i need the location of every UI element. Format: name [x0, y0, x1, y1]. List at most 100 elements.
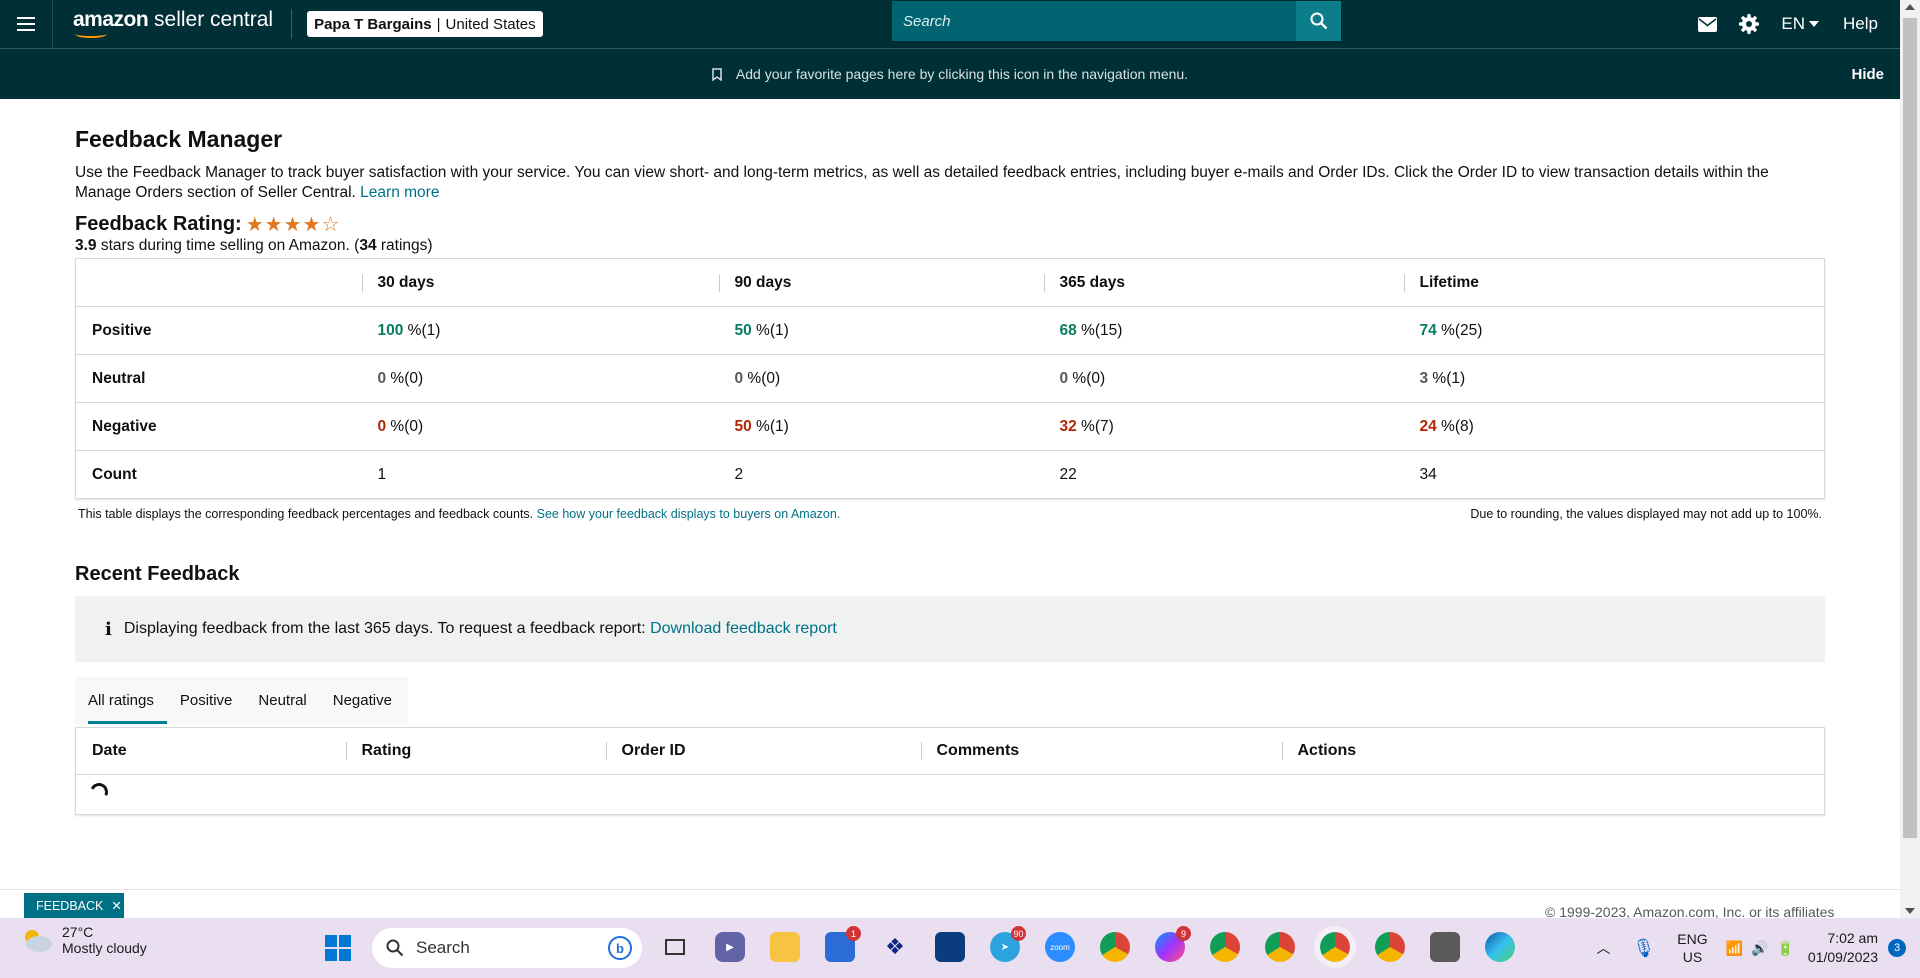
- metrics-count: %(0): [743, 369, 781, 387]
- page-scrollbar[interactable]: [1900, 0, 1920, 918]
- hide-favorites-button[interactable]: Hide: [1851, 66, 1884, 83]
- messenger-icon[interactable]: 9: [1155, 926, 1191, 962]
- hamburger-icon: [17, 15, 35, 33]
- metrics-cell: 74 %(25): [1403, 306, 1825, 355]
- metrics-count: %(1): [751, 417, 789, 435]
- edge-icon[interactable]: [1485, 932, 1515, 962]
- language-selector[interactable]: EN: [1781, 14, 1820, 34]
- metrics-percent: 68: [1059, 321, 1077, 339]
- metrics-percent: 100: [377, 321, 404, 339]
- metrics-count: %(0): [386, 369, 424, 387]
- weather-widget[interactable]: 27°C Mostly cloudy: [20, 924, 147, 956]
- security-app-icon[interactable]: [935, 932, 965, 962]
- teams-chat-icon[interactable]: ▶: [715, 932, 745, 962]
- star-empty-icon: ☆: [321, 213, 340, 236]
- metrics-count: %(1): [403, 321, 441, 339]
- main-content: Feedback Manager Use the Feedback Manage…: [75, 99, 1825, 815]
- calculator-icon[interactable]: [1430, 932, 1460, 962]
- metrics-note: This table displays the corresponding fe…: [75, 507, 1825, 521]
- column-header-rating[interactable]: Rating: [345, 727, 606, 775]
- battery-icon[interactable]: 🔋: [1776, 940, 1793, 957]
- start-button[interactable]: [325, 935, 351, 961]
- metrics-percent: 3: [1419, 369, 1429, 387]
- temperature: 27°C: [62, 924, 94, 940]
- task-view-icon[interactable]: [660, 932, 690, 962]
- chrome-icon[interactable]: [1100, 932, 1130, 962]
- metrics-percent: 50: [734, 321, 752, 339]
- tab-neutral[interactable]: Neutral: [245, 677, 319, 724]
- input-language[interactable]: ENG US: [1677, 930, 1707, 966]
- metrics-percent: 0: [1059, 369, 1069, 387]
- top-navigation: amazon seller central Papa T Bargains | …: [0, 0, 1900, 48]
- scroll-thumb[interactable]: [1903, 18, 1917, 838]
- recent-feedback-table: Date Rating Order ID Comments Actions: [75, 727, 1825, 815]
- scroll-up-arrow-icon[interactable]: [1905, 4, 1915, 10]
- amazon-seller-central-logo[interactable]: amazon seller central: [73, 9, 273, 39]
- chrome-active-icon[interactable]: [1314, 926, 1356, 968]
- amazon-smile-icon: [75, 30, 107, 38]
- info-icon: i: [105, 618, 112, 640]
- metrics-cell: 24 %(8): [1403, 402, 1825, 451]
- close-icon[interactable]: ✕: [111, 898, 121, 913]
- wifi-icon[interactable]: 📶: [1726, 940, 1743, 957]
- download-feedback-report-link[interactable]: Download feedback report: [650, 620, 837, 638]
- tab-positive[interactable]: Positive: [167, 677, 246, 724]
- settings-button[interactable]: [1739, 14, 1760, 34]
- telegram-icon[interactable]: ➤ 90: [990, 926, 1026, 962]
- metrics-cell: 1: [361, 450, 719, 499]
- chrome-profile-icon[interactable]: [1375, 932, 1405, 962]
- chevron-up-icon[interactable]: ︿: [1596, 938, 1610, 958]
- metrics-cell: 3 %(1): [1403, 354, 1825, 403]
- volume-icon[interactable]: 🔊: [1751, 940, 1768, 957]
- rating-stars: ★ ★ ★ ★ ☆: [246, 215, 340, 235]
- microsoft-store-icon[interactable]: 1: [825, 926, 861, 962]
- metrics-column-header: 30 days: [361, 258, 719, 307]
- feedback-widget-button[interactable]: FEEDBACK ✕: [24, 893, 124, 918]
- intro-text: Use the Feedback Manager to track buyer …: [75, 164, 1769, 201]
- scroll-down-arrow-icon[interactable]: [1905, 908, 1915, 914]
- tab-all-ratings[interactable]: All ratings: [75, 677, 167, 724]
- help-link[interactable]: Help: [1843, 14, 1878, 34]
- column-header-actions[interactable]: Actions: [1281, 727, 1825, 775]
- search-input[interactable]: [892, 1, 1296, 41]
- learn-more-link[interactable]: Learn more: [360, 184, 439, 201]
- pinned-apps: ▶ 1 ❖ ➤ 90 zoom 9: [660, 926, 1515, 968]
- metrics-count: 34: [1419, 465, 1437, 483]
- store-name: Papa T Bargains: [314, 15, 432, 33]
- loading-spinner-icon: [87, 780, 111, 804]
- tab-negative[interactable]: Negative: [320, 677, 408, 724]
- metrics-row-neutral: Neutral 0 %(0) 0 %(0) 0 %(0) 3 %(1): [75, 354, 1825, 403]
- metrics-row-label: Count: [75, 450, 362, 499]
- clock[interactable]: 7:02 am 01/09/2023: [1808, 929, 1878, 967]
- info-text: Displaying feedback from the last 365 da…: [123, 620, 646, 637]
- chrome-profile-icon[interactable]: [1265, 932, 1295, 962]
- menu-button[interactable]: [0, 0, 53, 48]
- feedback-display-link[interactable]: See how your feedback displays to buyers…: [537, 507, 841, 521]
- metrics-percent: 24: [1419, 417, 1437, 435]
- notification-badge[interactable]: 3: [1888, 939, 1906, 957]
- system-tray: ︿ 🎙 ENG US 📶 🔊 🔋 7:02 am 01/09/2023 3: [1596, 918, 1920, 978]
- metrics-cell: 22: [1043, 450, 1404, 499]
- mail-icon: [1698, 16, 1718, 32]
- metrics-cell: 0 %(0): [1043, 354, 1404, 403]
- dropbox-icon[interactable]: ❖: [880, 932, 910, 962]
- column-header-date[interactable]: Date: [75, 727, 346, 775]
- column-header-order-id[interactable]: Order ID: [605, 727, 921, 775]
- search-button[interactable]: [1296, 1, 1341, 41]
- search-icon: [1310, 12, 1327, 30]
- file-explorer-icon[interactable]: [770, 932, 800, 962]
- chrome-profile-icon[interactable]: [1210, 932, 1240, 962]
- page-title: Feedback Manager: [75, 126, 283, 152]
- star-filled-icon: ★: [264, 213, 283, 236]
- metrics-row-label: Negative: [75, 402, 362, 451]
- taskbar-search[interactable]: Search b: [372, 928, 642, 968]
- mail-button[interactable]: [1698, 16, 1718, 32]
- column-header-comments[interactable]: Comments: [920, 727, 1282, 775]
- feedback-metrics-table: 30 days 90 days 365 days Lifetime Positive 1…: [75, 258, 1825, 499]
- store-selector[interactable]: Papa T Bargains | United States: [307, 11, 543, 37]
- microphone-icon[interactable]: 🎙: [1632, 938, 1655, 959]
- star-filled-icon: ★: [245, 213, 264, 236]
- zoom-icon[interactable]: zoom: [1045, 932, 1075, 962]
- metrics-percent: 0: [734, 369, 744, 387]
- metrics-cell: 0 %(0): [361, 402, 719, 451]
